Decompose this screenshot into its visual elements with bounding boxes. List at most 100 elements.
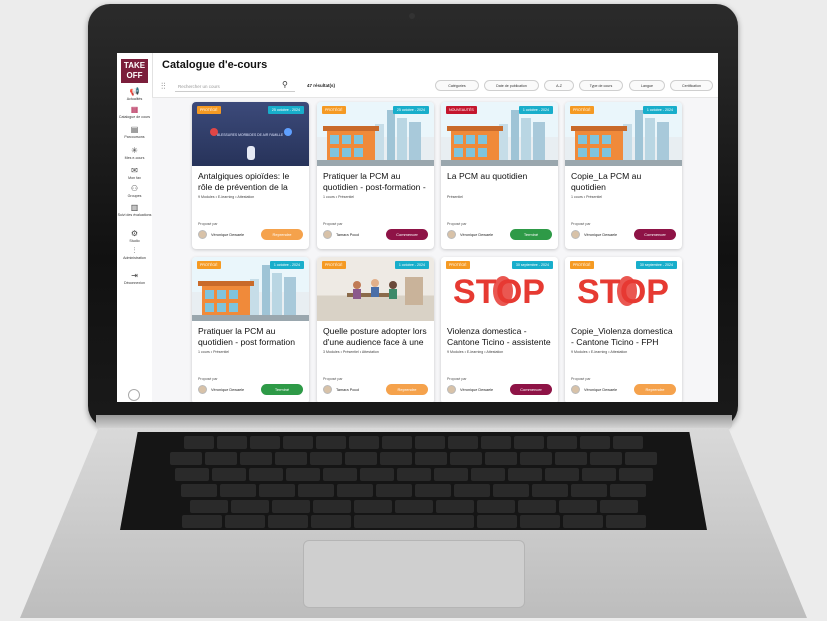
status-badge: NOUVEAUTÉS [446,106,477,114]
course-meta: 1 cours • Présentiel [198,350,229,354]
sidebar-item-label: Administration [123,256,146,260]
course-action-button[interactable]: Reprendre [634,384,676,395]
date-badge: 1 octobre - 2024 [394,261,429,269]
keyboard-key [450,452,482,465]
sidebar-item-label: Suivi des évaluations [117,213,152,217]
status-badge: PROTÉGÉ [570,261,594,269]
course-action-button[interactable]: Commencer [510,384,552,395]
date-badge: 30 septembre - 2024 [511,261,553,269]
keyboard-key [448,436,478,449]
sidebar-item-1[interactable]: ▦ Catalogue de cours [117,105,152,119]
keyboard-key [435,500,474,513]
help-icon[interactable] [128,389,140,401]
course-title[interactable]: Pratiquer la PCM au quotidien - post-for… [323,171,429,193]
keyboard-key [250,436,280,449]
course-title[interactable]: La PCM au quotidien [447,171,553,182]
date-badge: 1 octobre - 2024 [642,106,677,114]
filter-chip[interactable]: Type de cours [579,80,623,91]
sidebar-item-label: Parcoursons [124,135,145,139]
author-name: Véronique Dewaele [211,388,245,392]
keyboard-key [353,500,392,513]
course-action-button[interactable]: Reprendre [386,384,428,395]
course-title[interactable]: Copie_Violenza domestica - Cantone Ticin… [571,326,677,348]
filter-chip[interactable]: Langue [629,80,665,91]
date-badge: 30 septembre - 2024 [635,261,677,269]
filter-chip[interactable]: Certification [670,80,713,91]
course-action-button[interactable]: Terminé [261,384,303,395]
course-title[interactable]: Copie_La PCM au quotidien [571,171,677,193]
filter-sliders-icon[interactable]: ⫶⫶ [161,81,166,92]
course-card[interactable]: STOPPROTÉGÉ30 septembre - 2024Violenza d… [441,257,558,402]
course-card[interactable]: PROTÉGÉ 1 octobre - 2024 Pratiquer la PCM … [192,257,309,402]
keyboard-key [558,500,597,513]
keyboard-key [605,515,646,528]
meta-item: Attestation [610,350,628,354]
course-card[interactable]: STOPPROTÉGÉ30 septembre - 2024Copie_Viol… [565,257,682,402]
course-card[interactable]: NOUVEAUTÉS 1 octobre - 2024 La PCM au quot… [441,102,558,249]
course-meta: 9 Modules • E-learning • Attestation [198,195,254,199]
course-card[interactable]: PROTÉGÉ 1 octobre - 2024 Quelle posture ad… [317,257,434,402]
keyboard-key [174,468,209,481]
mail-icon: ✉ [131,166,138,175]
meta-item: 1 cours [198,350,210,354]
keyboard-key [555,452,587,465]
filter-chip[interactable]: A-Z [544,80,574,91]
author-name: Tamara Pocol [336,233,360,237]
avatar [447,385,456,394]
keyboard-key [316,436,346,449]
sidebar-item-2[interactable]: ▤ Parcoursons [117,125,152,139]
keyboard-key [562,515,603,528]
course-title[interactable]: Violenza domestica - Cantone Ticino - as… [447,326,553,348]
course-title[interactable]: Antalgiques opioïdes: le rôle de prévent… [198,171,304,193]
search-input[interactable]: Rechercher un cours [175,81,295,92]
brand-logo[interactable]: TAKE OFF [121,59,148,83]
sidebar-item-label: Déconnexion [124,281,145,285]
keyboard-key [590,452,622,465]
keyboard-key [285,468,320,481]
thumb-heading: BLESSURES MORBIDES DE AIR FAMILLE [217,133,284,137]
search-icon[interactable]: ⚲ [282,80,288,89]
status-badge: PROTÉGÉ [446,261,470,269]
sidebar-item-3[interactable]: ✳ Mes e-cours [117,146,152,160]
sidebar-item-6[interactable]: ▥ Suivi des évaluations [117,203,152,217]
course-card[interactable]: BLESSURES MORBIDES DE AIR FAMILLE PROTÉGÉ… [192,102,309,249]
keyboard-key [433,468,468,481]
filter-chip[interactable]: Date de publication [484,80,539,91]
course-action-button[interactable]: Terminé [510,229,552,240]
status-badge: PROTÉGÉ [322,261,346,269]
course-action-button[interactable]: Commencer [634,229,676,240]
keyboard-key [248,468,283,481]
date-badge: 25 octobre - 2024 [267,106,304,114]
status-badge: PROTÉGÉ [322,106,346,114]
status-badge: PROTÉGÉ [570,106,594,114]
keyboard-row [120,452,707,465]
sidebar-item-4[interactable]: ✉ Mon fax [117,166,152,180]
course-title[interactable]: Quelle posture adopter lors d'une audien… [323,326,429,348]
meta-item: Attestation [486,350,504,354]
course-title[interactable]: Pratiquer la PCM au quotidien - post for… [198,326,304,348]
filter-chip[interactable]: Catégories [435,80,479,91]
keyboard-key [275,452,307,465]
sidebar-item-5[interactable]: ⚇ Groupes [117,184,152,198]
sidebar-item-label: Mes e-cours [124,156,145,160]
keyboard-key [349,436,379,449]
avatar [571,385,580,394]
meta-item: Présentiel [447,195,463,199]
evaluation-icon: ▥ [130,203,139,212]
course-card[interactable]: PROTÉGÉ 25 octobre - 2024 Pratiquer la PCM… [317,102,434,249]
sidebar-item-8[interactable]: ⫶ Administration [117,246,152,260]
sidebar-item-9[interactable]: ⇥ Déconnexion [117,271,152,285]
course-action-button[interactable]: Commencer [386,229,428,240]
meta-item: Présentiel [342,350,359,354]
keyboard-key [544,468,579,481]
course-action-button[interactable]: Reprendre [261,229,303,240]
gear-icon: ⚙ [130,229,139,238]
course-card[interactable]: PROTÉGÉ 1 octobre - 2024 Copie_La PCM au q… [565,102,682,249]
sidebar-item-0[interactable]: 📢 Actualités [117,87,152,101]
keyboard-key [205,452,237,465]
keyboard-key [337,484,373,497]
proposed-by-label: Proposé par [447,222,467,226]
sidebar-item-7[interactable]: ⚙ Studio [117,229,152,243]
meta-item: 1 cours [323,195,335,199]
keyboard-key [394,500,433,513]
